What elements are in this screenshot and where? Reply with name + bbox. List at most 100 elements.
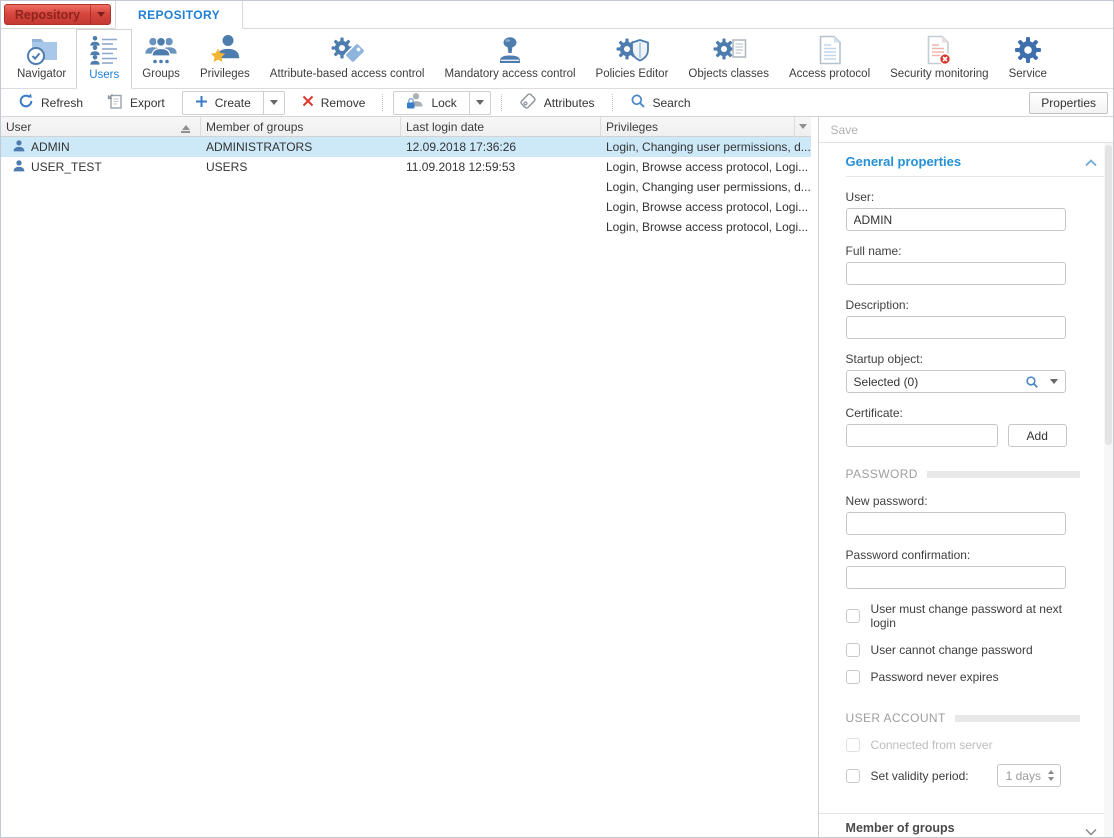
panel-scrollbar[interactable] [1104,143,1113,837]
save-button[interactable]: Save [819,117,1113,143]
checkbox-box[interactable] [846,643,860,657]
cell-privileges: Login, Browse access protocol, Logi... [601,220,811,234]
column-header-user[interactable]: User [1,117,201,136]
user-field-label: User: [846,190,1080,204]
search-icon[interactable] [1025,375,1039,392]
general-properties-title: General properties [846,154,962,169]
table-row[interactable]: Login, Browse access protocol, Logi... [1,197,811,217]
column-label: Last login date [406,120,484,134]
tab-repository[interactable]: REPOSITORY [115,1,243,29]
ribbon-item-label: Security monitoring [890,68,988,80]
table-row[interactable]: Login, Browse access protocol, Logi... [1,217,811,237]
user-icon [13,140,25,155]
table-row[interactable]: ADMIN ADMINISTRATORS 12.09.2018 17:36:26… [1,137,811,157]
checkbox-password-never-expires[interactable]: Password never expires [846,670,1080,684]
properties-button[interactable]: Properties [1029,92,1108,114]
save-label: Save [831,123,858,137]
checkbox-label: Password never expires [871,670,999,684]
scrollbar-thumb[interactable] [1105,145,1112,445]
chevron-down-icon[interactable] [1050,379,1058,388]
ribbon-item-access-protocol[interactable]: Access protocol [779,29,880,88]
chevron-down-icon [476,100,484,109]
cell-user: USER_TEST [31,160,102,174]
chevron-down-icon [799,124,807,133]
tab-repository-label: REPOSITORY [138,8,220,22]
spinner-down-icon[interactable] [1048,777,1054,784]
section-member-of-groups[interactable]: Member of groups [819,813,1104,837]
chevron-down-icon [1085,825,1097,837]
ribbon-item-navigator[interactable]: Navigator [7,29,76,88]
checkbox-box[interactable] [846,609,860,623]
privileges-star-icon [209,33,241,67]
section-divider [846,176,1104,177]
create-button[interactable]: Create [182,91,285,115]
lock-dropdown-button[interactable] [469,92,490,114]
ribbon-item-policies[interactable]: Policies Editor [586,29,679,88]
checkbox-set-validity-period[interactable]: Set validity period: [846,769,969,783]
password-confirmation-field[interactable] [846,566,1066,589]
checkbox-label: User cannot change password [871,643,1033,657]
ribbon-item-groups[interactable]: Groups [132,29,190,88]
add-certificate-button[interactable]: Add [1008,424,1067,447]
ribbon-item-abac[interactable]: Attribute-based access control [260,29,435,88]
export-document-icon [107,93,123,112]
ribbon-item-security-monitoring[interactable]: Security monitoring [880,29,998,88]
search-button[interactable]: Search [619,91,702,115]
startup-object-value: Selected (0) [854,375,919,389]
attributes-button[interactable]: Attributes [508,91,606,115]
column-header-privileges[interactable]: Privileges [601,117,811,136]
table-header: User Member of groups Last login date Pr… [1,117,811,137]
ribbon-item-mac[interactable]: Mandatory access control [435,29,586,88]
repository-menu-button[interactable]: Repository [4,4,111,25]
user-icon [13,160,25,175]
certificate-field-label: Certificate: [846,406,1080,420]
export-button[interactable]: Export [96,91,176,115]
ribbon-item-label: Groups [142,68,180,80]
ribbon-item-service[interactable]: Service [999,29,1057,88]
password-section-title: PASSWORD [846,467,918,481]
description-field-label: Description: [846,298,1080,312]
protocol-document-icon [816,33,844,67]
lock-button[interactable]: Lock [393,91,490,115]
table-row[interactable]: Login, Changing user permissions, d... [1,177,811,197]
ribbon-item-privileges[interactable]: Privileges [190,29,260,88]
column-header-groups[interactable]: Member of groups [201,117,401,136]
ribbon-item-label: Navigator [17,68,66,80]
refresh-button[interactable]: Refresh [7,91,94,115]
cell-groups: USERS [201,160,401,174]
gear-tag-icon [327,33,367,67]
spinner-up-icon[interactable] [1048,767,1054,774]
user-field[interactable] [846,208,1066,231]
chevron-up-icon[interactable] [1085,156,1097,170]
service-gear-icon [1013,33,1043,67]
ribbon-item-objects-classes[interactable]: Objects classes [678,29,779,88]
checkbox-must-change-password[interactable]: User must change password at next login [846,602,1080,630]
toolbar-separator [612,94,613,111]
column-header-last-login[interactable]: Last login date [401,117,601,136]
table-row[interactable]: USER_TEST USERS 11.09.2018 12:59:53 Logi… [1,157,811,177]
description-field[interactable] [846,316,1066,339]
ribbon-item-label: Service [1009,68,1047,80]
general-properties-header[interactable]: General properties [846,151,1104,171]
menu-caret-icon[interactable] [90,5,110,24]
validity-period-stepper[interactable]: 1 days [997,764,1061,787]
certificate-field[interactable] [846,424,998,447]
toolbar-separator [382,94,383,111]
plus-icon [195,95,208,111]
checkbox-box[interactable] [846,769,860,783]
remove-button[interactable]: Remove [291,91,377,115]
cell-privileges: Login, Browse access protocol, Logi... [601,200,811,214]
sort-ascending-icon[interactable] [181,121,190,133]
lock-label: Lock [431,96,456,110]
create-dropdown-button[interactable] [263,92,284,114]
users-list-icon [87,34,121,68]
new-password-field[interactable] [846,512,1066,535]
section-label: Member of groups [846,821,955,835]
ribbon-item-users[interactable]: Users [76,29,132,89]
column-menu-button[interactable] [794,117,811,136]
checkbox-box[interactable] [846,670,860,684]
startup-object-select[interactable]: Selected (0) [846,370,1066,393]
column-label: Member of groups [206,120,303,134]
checkbox-cannot-change-password[interactable]: User cannot change password [846,643,1080,657]
full-name-field[interactable] [846,262,1066,285]
